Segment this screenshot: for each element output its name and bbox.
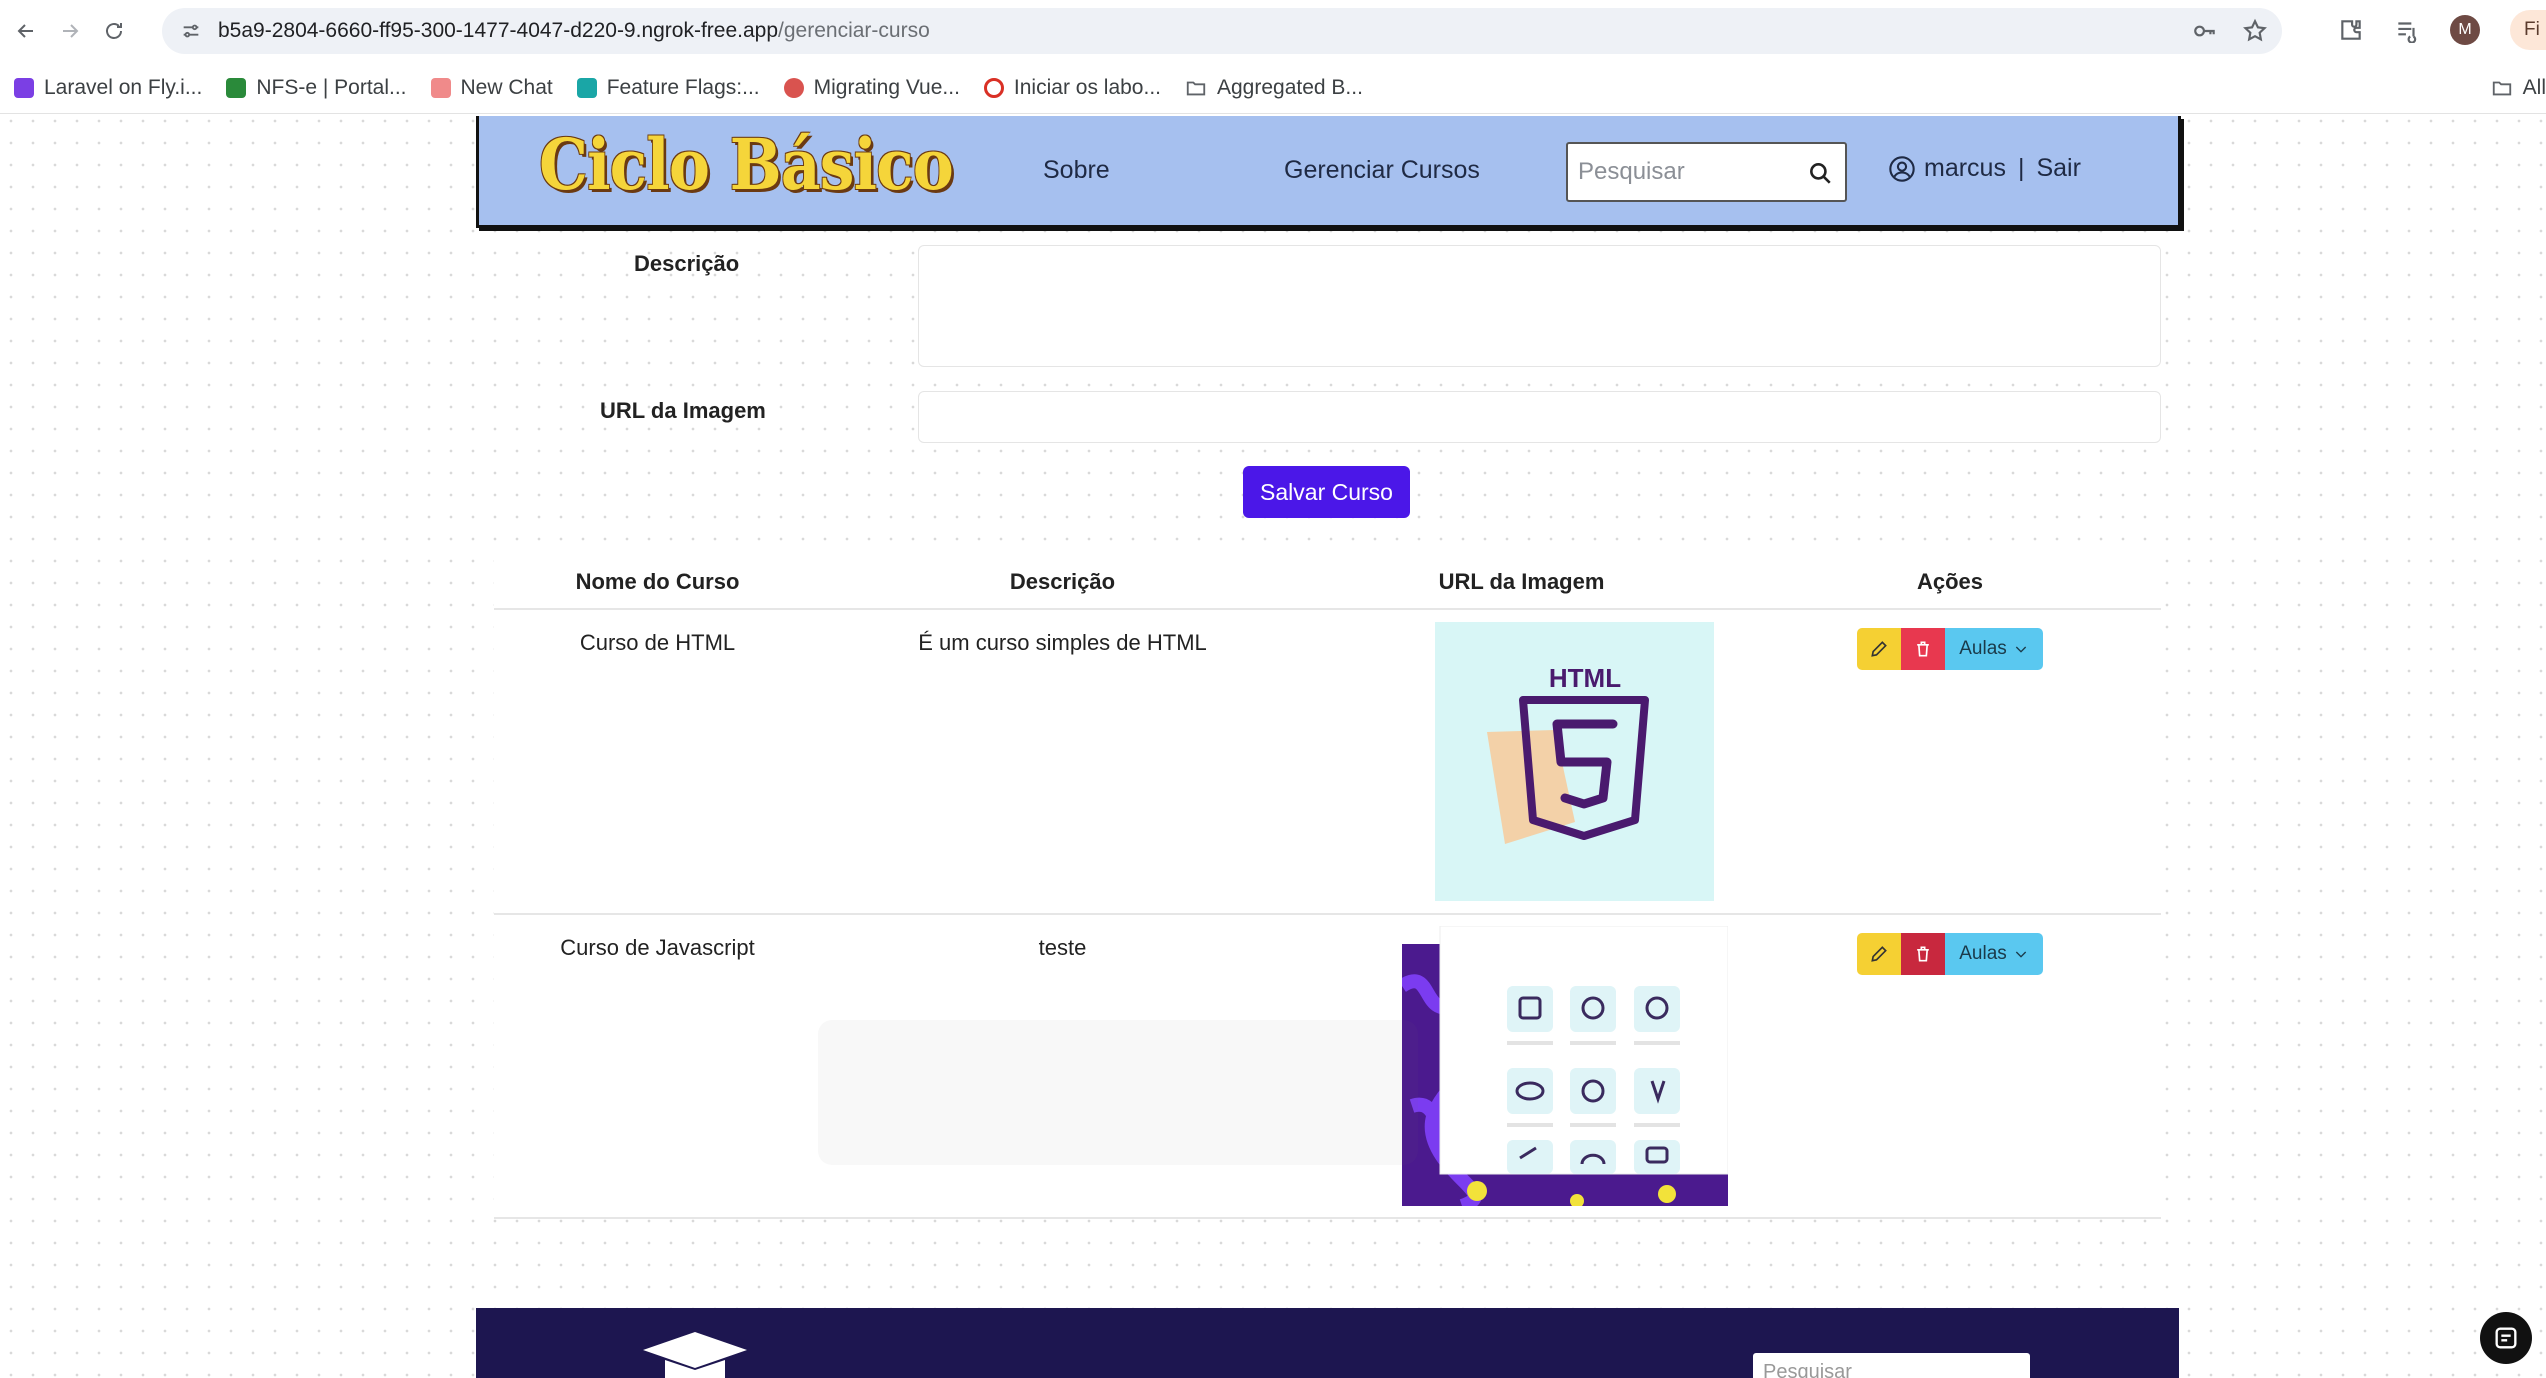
bookmark-favicon [226,77,247,98]
bookmark-item[interactable]: Laravel on Fly.i... [14,76,202,100]
username[interactable]: marcus [1924,154,2006,183]
trash-icon [1917,946,1929,962]
image-url-input[interactable] [918,391,2161,443]
profile-avatar[interactable]: M [2450,15,2480,45]
delete-button[interactable] [1901,933,1945,975]
course-name: Curso de Javascript [494,914,821,1219]
bookmark-favicon [14,77,34,98]
folder-icon [2492,81,2511,96]
image-url-label: URL da Imagem [600,398,766,423]
chevron-down-icon [2015,951,2026,958]
folder-icon [1186,81,1206,95]
navbar-search [1566,142,1847,202]
all-bookmarks[interactable]: All [2491,76,2546,100]
logout-link[interactable]: Sair [2036,154,2080,183]
svg-text:HTML: HTML [1549,663,1621,693]
aulas-dropdown-button[interactable]: Aulas [1945,628,2043,670]
password-key-icon[interactable] [2192,18,2218,44]
profile-pill[interactable]: Fi [2510,10,2546,50]
site-footer: Pesquisar [476,1308,2179,1378]
extensions-icon[interactable] [2338,17,2364,43]
pencil-icon [1871,641,1887,657]
bookmark-folder[interactable]: Aggregated B... [1185,76,1363,100]
navbar-search-input[interactable] [1568,144,1788,200]
user-area: marcus | Sair [1888,154,2081,183]
site-settings-icon[interactable] [180,20,202,42]
html-course-image: HTML [1435,622,1714,901]
forward-icon[interactable] [52,13,88,49]
table-row: Curso de HTML É um curso simples de HTML… [494,609,2161,915]
nav-link-sobre[interactable]: Sobre [1043,156,1110,185]
col-header-actions: Ações [1739,555,2161,610]
edit-button[interactable] [1857,628,1901,670]
site-logo[interactable]: Ciclo Básico [539,130,954,200]
back-icon[interactable] [8,13,44,49]
screen-capture-icon[interactable] [2480,1312,2532,1364]
graduation-cap-icon [643,1332,747,1378]
address-bar[interactable]: b5a9-2804-6660-ff95-300-1477-4047-d220-9… [162,8,2282,54]
trash-icon [1917,641,1929,657]
nav-link-gerenciar-cursos[interactable]: Gerenciar Cursos [1284,156,1480,185]
separator: | [2017,154,2025,182]
bookmark-item[interactable]: Iniciar os labo... [983,76,1161,100]
col-header-image-url: URL da Imagem [1304,555,1739,610]
bookmark-item[interactable]: Migrating Vue... [783,76,960,100]
edit-button[interactable] [1857,933,1901,975]
browser-toolbar: b5a9-2804-6660-ff95-300-1477-4047-d220-9… [0,0,2546,62]
aulas-dropdown-button[interactable]: Aulas [1945,933,2043,975]
course-actions: Aulas [1739,609,2161,915]
url-text: b5a9-2804-6660-ff95-300-1477-4047-d220-9… [218,19,930,42]
video-player-overlay [818,1020,1418,1165]
delete-button[interactable] [1901,628,1945,670]
media-controls-icon[interactable] [2394,17,2420,43]
chevron-down-icon [2015,646,2026,653]
save-course-button[interactable]: Salvar Curso [1243,466,1410,518]
col-header-description: Descrição [821,555,1304,610]
footer-search-input[interactable]: Pesquisar [1753,1353,2030,1378]
bookmark-star-icon[interactable] [2242,18,2268,44]
bookmark-favicon [983,77,1004,98]
bookmark-favicon [576,77,597,98]
site-navbar: Ciclo Básico Sobre Gerenciar Cursos marc… [476,116,2181,228]
bookmark-item[interactable]: New Chat [430,76,553,100]
javascript-course-image [1398,925,1729,1213]
description-label: Descrição [634,251,740,276]
table-header-row: Nome do Curso Descrição URL da Imagem Aç… [494,555,2161,610]
course-name: Curso de HTML [494,609,821,915]
col-header-name: Nome do Curso [494,555,821,610]
search-icon[interactable] [1807,160,1833,186]
course-actions: Aulas [1739,914,2161,1219]
pencil-icon [1871,946,1887,962]
description-textarea[interactable] [918,245,2161,367]
user-circle-icon [1889,155,1915,182]
bookmark-favicon [783,77,804,98]
bookmark-favicon [430,77,451,98]
aulas-label: Aulas [1959,638,2007,659]
reload-icon[interactable] [96,13,132,49]
bookmark-item[interactable]: NFS-e | Portal... [226,76,407,100]
course-description: É um curso simples de HTML [821,609,1304,915]
bookmarks-bar: Laravel on Fly.i... NFS-e | Portal... Ne… [0,62,2546,114]
aulas-label: Aulas [1959,943,2007,964]
bookmark-item[interactable]: Feature Flags:... [576,76,760,100]
